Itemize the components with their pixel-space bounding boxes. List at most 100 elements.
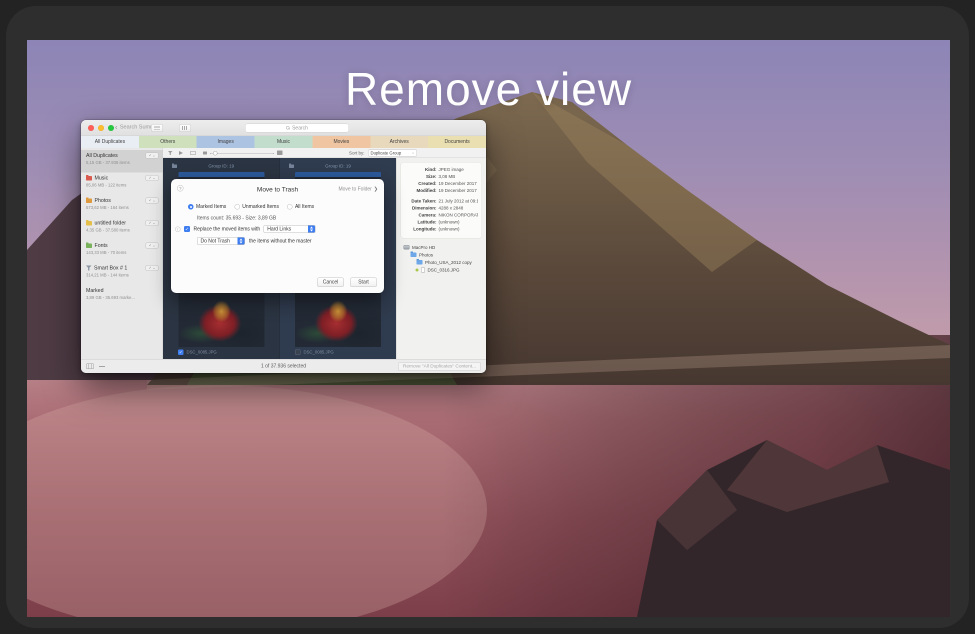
caret-down-icon: ⌄ bbox=[153, 221, 156, 225]
move-to-trash-dialog: ? Move to Trash Move to Folder ❯ Marked … bbox=[171, 179, 384, 293]
mark-menu-button[interactable]: ✓⌄ bbox=[146, 265, 159, 271]
sidebar-item-smart-box[interactable]: Smart Box # 1 ✓⌄ 314,21 MB - 144 items bbox=[81, 263, 163, 286]
cancel-button[interactable]: Cancel bbox=[317, 278, 344, 288]
replace-checkbox[interactable]: ✓ bbox=[184, 226, 190, 232]
check-icon: ✓ bbox=[179, 350, 182, 355]
info-label: Camera: bbox=[405, 213, 437, 218]
smart-filter-icon bbox=[86, 266, 92, 271]
tab-all-duplicates[interactable]: All Duplicates bbox=[81, 136, 139, 148]
red-folder-icon bbox=[86, 176, 92, 181]
sidebar-item-fonts[interactable]: Fonts ✓⌄ 143,33 MB - 70 items bbox=[81, 240, 163, 263]
tab-music[interactable]: Music bbox=[255, 136, 313, 148]
tree-item-disk[interactable]: MacPro HD bbox=[404, 244, 483, 252]
orange-folder-icon bbox=[86, 199, 92, 204]
tree-item-folder[interactable]: Photo_USA_2012 copy bbox=[404, 259, 483, 267]
mark-menu-button[interactable]: ✓⌄ bbox=[146, 175, 159, 181]
replace-with-dropdown[interactable]: Hard Links bbox=[264, 225, 316, 233]
radio-all-items[interactable]: All Items bbox=[287, 204, 314, 210]
tab-archives[interactable]: Archives bbox=[370, 136, 428, 148]
sidebar-item-detail: 85,06 MB - 122 items bbox=[86, 183, 159, 188]
sidebar-item-detail: 4,35 GB - 37.580 items bbox=[86, 228, 159, 233]
sort-by-label: Sort by: bbox=[349, 151, 365, 156]
sidebar-item-label: Smart Box # 1 bbox=[94, 265, 143, 271]
mark-menu-button[interactable]: ✓⌄ bbox=[146, 243, 159, 249]
group-folder-icon bbox=[289, 164, 294, 168]
traffic-lights bbox=[88, 125, 114, 131]
sidebar-item-detail: 314,21 MB - 144 items bbox=[86, 273, 159, 278]
check-icon: ✓ bbox=[185, 226, 189, 232]
without-master-row: Do Not Trash the items without the maste… bbox=[197, 237, 312, 245]
without-master-dropdown[interactable]: Do Not Trash bbox=[197, 237, 245, 245]
minimize-window-button[interactable] bbox=[98, 125, 104, 131]
info-value: 19 December 2017 bbox=[439, 188, 479, 193]
list-view-icon bbox=[154, 126, 160, 130]
sidebar-item-untitled-folder[interactable]: untitled folder ✓⌄ 4,35 GB - 37.580 item… bbox=[81, 218, 163, 241]
sidebar-item-all-duplicates[interactable]: All Duplicates ✓⌄ 5,15 GB - 37.936 items bbox=[81, 150, 163, 173]
tab-documents[interactable]: Documents bbox=[428, 136, 486, 148]
tree-item-file[interactable]: DSC_0316.JPG bbox=[404, 266, 483, 274]
sidebar-item-label: Photos bbox=[95, 198, 144, 204]
sort-by-dropdown[interactable]: Duplicate Group ⌄ bbox=[368, 150, 417, 157]
chevron-right-icon: ❯ bbox=[374, 187, 378, 193]
replace-row: i ✓ Replace the moved items with Hard Li… bbox=[175, 225, 316, 233]
radio-unmarked-items[interactable]: Unmarked Items bbox=[234, 204, 279, 210]
file-row: DSC_0085.JPG bbox=[280, 347, 396, 357]
blue-folder-icon bbox=[417, 260, 423, 265]
tree-item-folder[interactable]: Photos bbox=[404, 251, 483, 259]
radio-marked-items[interactable]: Marked Items bbox=[188, 204, 226, 210]
sidebar-item-marked[interactable]: Marked 3,89 GB - 35.693 marke... bbox=[81, 285, 163, 308]
mark-menu-button[interactable]: ✓⌄ bbox=[146, 220, 159, 226]
tab-others[interactable]: Others bbox=[139, 136, 197, 148]
info-value: 21 July 2012 at 09:10:23 bbox=[439, 199, 479, 204]
file-checkbox[interactable] bbox=[295, 349, 301, 355]
filter-icon[interactable] bbox=[168, 151, 173, 155]
info-icon[interactable]: i bbox=[175, 226, 181, 232]
sidebar-item-detail: 573,62 MB - 164 items bbox=[86, 205, 159, 210]
without-master-label: the items without the master bbox=[249, 238, 312, 244]
info-label: Dimension: bbox=[405, 206, 437, 211]
info-label: Latitude: bbox=[405, 220, 437, 225]
move-to-folder-link[interactable]: Move to Folder ❯ bbox=[338, 187, 378, 193]
info-label: Size: bbox=[405, 174, 437, 179]
file-info-card: Kind:JPEG image Size:3,08 MB Created:19 … bbox=[401, 162, 483, 239]
yellow-folder-icon bbox=[86, 221, 92, 226]
slider-knob[interactable] bbox=[213, 151, 218, 156]
group-id-label: Group ID: 19 bbox=[180, 164, 263, 169]
search-input[interactable]: Search bbox=[245, 124, 349, 133]
check-icon: ✓ bbox=[149, 221, 152, 225]
file-name: DSC_0085.JPG bbox=[304, 350, 334, 355]
caret-down-icon: ⌄ bbox=[153, 266, 156, 270]
move-to-folder-label: Move to Folder bbox=[338, 187, 371, 193]
remove-content-button[interactable]: Remove "All Duplicates" Content... bbox=[398, 362, 481, 371]
info-value: JPEG image bbox=[439, 167, 479, 172]
window-titlebar[interactable]: ‹ Search Summary Search bbox=[81, 120, 486, 136]
dropdown-caret-icon bbox=[238, 237, 245, 245]
close-window-button[interactable] bbox=[88, 125, 94, 131]
sidebar-item-label: Fonts bbox=[95, 243, 144, 249]
check-icon: ✓ bbox=[149, 199, 152, 203]
thumbnail-size-slider[interactable] bbox=[210, 153, 274, 154]
check-icon: ✓ bbox=[149, 154, 152, 158]
grid-view-button[interactable] bbox=[179, 124, 191, 132]
auto-select-icon[interactable] bbox=[179, 151, 183, 155]
file-checkbox[interactable]: ✓ bbox=[178, 349, 184, 355]
green-folder-icon bbox=[86, 244, 92, 249]
info-value: (unknown) bbox=[439, 220, 479, 225]
mark-menu-button[interactable]: ✓⌄ bbox=[146, 153, 159, 159]
list-view-button[interactable] bbox=[151, 124, 163, 132]
tab-images[interactable]: Images bbox=[197, 136, 255, 148]
drive-icon bbox=[404, 245, 410, 250]
tab-movies[interactable]: Movies bbox=[312, 136, 370, 148]
fullscreen-window-button[interactable] bbox=[108, 125, 114, 131]
items-count-label: Items count: 35.693 - Size: 3,89 GB bbox=[197, 216, 276, 222]
sidebar-item-music[interactable]: Music ✓⌄ 85,06 MB - 122 items bbox=[81, 173, 163, 196]
sidebar-item-photos[interactable]: Photos ✓⌄ 573,62 MB - 164 items bbox=[81, 195, 163, 218]
preview-panel-icon[interactable] bbox=[190, 151, 196, 155]
start-button[interactable]: Start bbox=[350, 278, 377, 288]
info-value: 19 December 2017 bbox=[439, 181, 479, 186]
dropdown-arrows-icon: ⌄ bbox=[412, 152, 415, 155]
info-value: (unknown) bbox=[439, 227, 479, 232]
sidebar-item-detail: 3,89 GB - 35.693 marke... bbox=[86, 295, 159, 300]
group-folder-icon bbox=[172, 164, 177, 168]
mark-menu-button[interactable]: ✓⌄ bbox=[146, 198, 159, 204]
